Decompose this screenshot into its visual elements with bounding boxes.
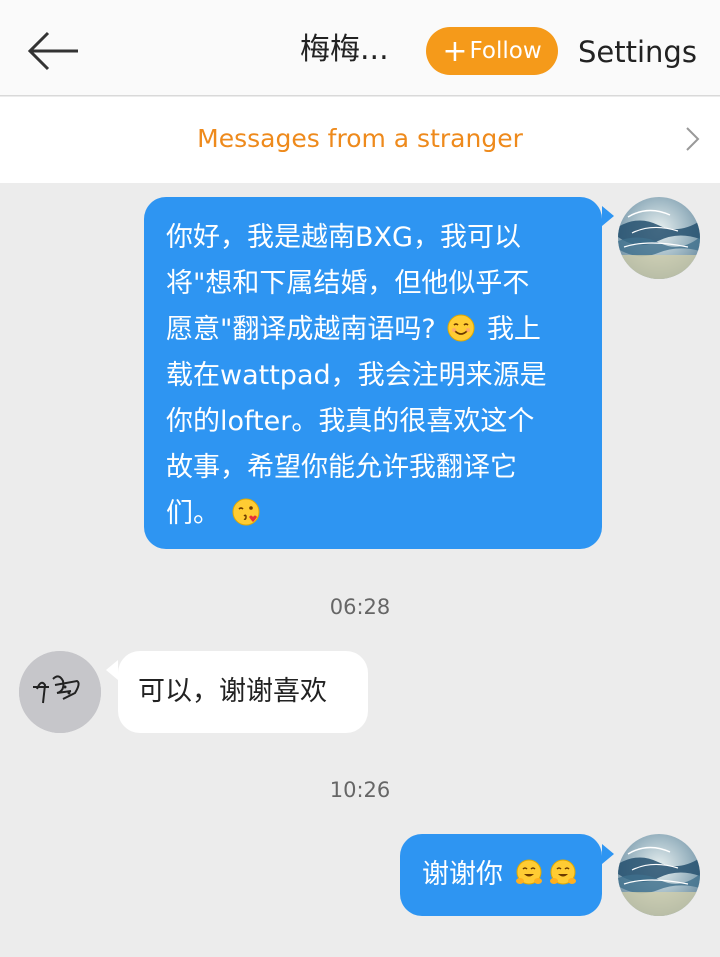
message-line-with-emoji: 们。 [166,491,580,537]
hugging-face-emoji-icon [515,859,542,885]
follow-label: Follow [469,38,542,64]
smiling-face-emoji-icon [447,314,475,342]
settings-button[interactable]: Settings [578,30,697,74]
plus-icon: + [442,34,468,69]
message-text: 谢谢你 [422,859,503,890]
message-bubble-outgoing[interactable]: 谢谢你 [400,834,602,916]
timestamp: 06:28 [329,595,391,619]
contact-avatar[interactable] [19,651,101,733]
message-bubble-outgoing[interactable]: 你好，我是越南BXG，我可以 将"想和下属结婚，但他似乎不 愿意"翻译成越南语吗… [144,197,602,549]
back-arrow-icon[interactable] [24,26,84,76]
stranger-banner-text: Messages from a stranger [197,124,523,153]
bubble-tail [602,206,614,226]
timestamp: 10:26 [329,778,391,802]
chevron-right-icon [686,127,700,151]
message-line: 载在wattpad，我会注明来源是 [166,360,547,391]
bubble-tail [602,844,614,864]
message-text: 愿意"翻译成越南语吗? [166,314,436,345]
my-avatar[interactable] [618,834,700,916]
hugging-face-emoji-icon [549,859,576,885]
kissing-face-emoji-icon [232,498,260,526]
message-line-with-emoji: 愿意"翻译成越南语吗? 我上 [166,307,580,353]
message-line: 你好，我是越南BXG，我可以 [166,222,521,253]
conversation-title: 梅梅... [300,32,389,67]
message-line: 将"想和下属结婚，但他似乎不 [166,268,530,299]
bubble-tail [106,660,118,680]
message-text: 我上 [486,314,541,345]
follow-button[interactable]: +Follow [426,27,558,75]
message-bubble-incoming[interactable]: 可以，谢谢喜欢 [118,651,368,733]
stranger-messages-banner[interactable]: Messages from a stranger [0,97,720,183]
message-text: 们。 [166,498,220,529]
top-bar: 梅梅... +Follow Settings [0,0,720,96]
message-line: 故事，希望你能允许我翻译它 [166,452,517,483]
message-line: 你的lofter。我真的很喜欢这个 [166,406,535,437]
my-avatar[interactable] [618,197,700,279]
